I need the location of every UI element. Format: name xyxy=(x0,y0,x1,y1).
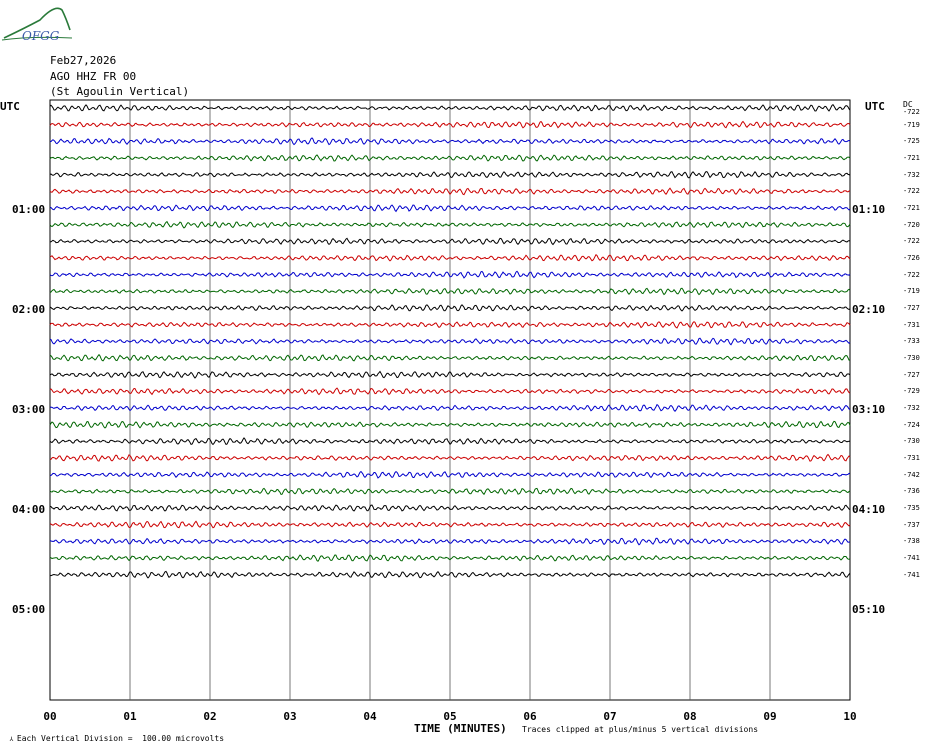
x-tick-label: 09 xyxy=(763,710,777,723)
x-tick-label: 01 xyxy=(123,710,137,723)
dc-offset-label: -737 xyxy=(903,520,920,529)
clip-note: Traces clipped at plus/minus 5 vertical … xyxy=(522,725,759,734)
dc-offset-label: -729 xyxy=(903,387,920,396)
dc-offset-label: -721 xyxy=(903,204,920,212)
dc-offset-label: -735 xyxy=(903,504,920,512)
x-tick-label: 10 xyxy=(843,710,857,723)
dc-offset-label: -731 xyxy=(903,320,920,329)
dc-offset-label: -741 xyxy=(903,570,920,579)
x-tick-label: 03 xyxy=(283,710,297,723)
x-tick-label: 07 xyxy=(603,710,617,723)
dc-offset-label: -725 xyxy=(903,137,920,146)
dc-offset-label: -733 xyxy=(903,337,920,346)
dc-offset-label: -727 xyxy=(903,304,920,312)
dc-offset-label: -736 xyxy=(903,487,920,496)
dc-offset-label: -741 xyxy=(903,554,920,562)
dc-offset-label: -731 xyxy=(903,454,920,462)
dc-offset-label: -722 xyxy=(903,108,920,116)
x-tick-label: 02 xyxy=(203,710,217,723)
dc-offset-label: -721 xyxy=(903,154,920,162)
x-axis-label: TIME (MINUTES) xyxy=(414,722,507,735)
dc-offset-label: -722 xyxy=(903,270,920,279)
x-tick-label: 06 xyxy=(523,710,537,723)
dc-offset-label: -726 xyxy=(903,254,920,262)
dc-offset-label: -720 xyxy=(903,220,920,229)
dc-offset-label: -727 xyxy=(903,370,920,379)
x-tick-label: 00 xyxy=(43,710,57,723)
dc-offset-label: -730 xyxy=(903,437,920,446)
dc-offset-label: -724 xyxy=(903,420,920,429)
dc-offset-label: -738 xyxy=(903,537,920,546)
dc-offset-label: -742 xyxy=(903,470,920,479)
seismogram-plot xyxy=(49,99,851,701)
dc-offset-label: -719 xyxy=(903,287,920,296)
dc-offset-label: -730 xyxy=(903,354,920,362)
dc-offset-label: -722 xyxy=(903,187,920,196)
x-tick-label: 08 xyxy=(683,710,697,723)
x-tick-label: 04 xyxy=(363,710,377,723)
dc-offset-label: -732 xyxy=(903,170,920,179)
scale-note: ⅄ Each Vertical Division = 100.00 microv… xyxy=(9,734,225,743)
dc-offset-label: -732 xyxy=(903,404,920,412)
dc-offset-label: -722 xyxy=(903,237,920,246)
dc-offset-label: -719 xyxy=(903,120,920,129)
